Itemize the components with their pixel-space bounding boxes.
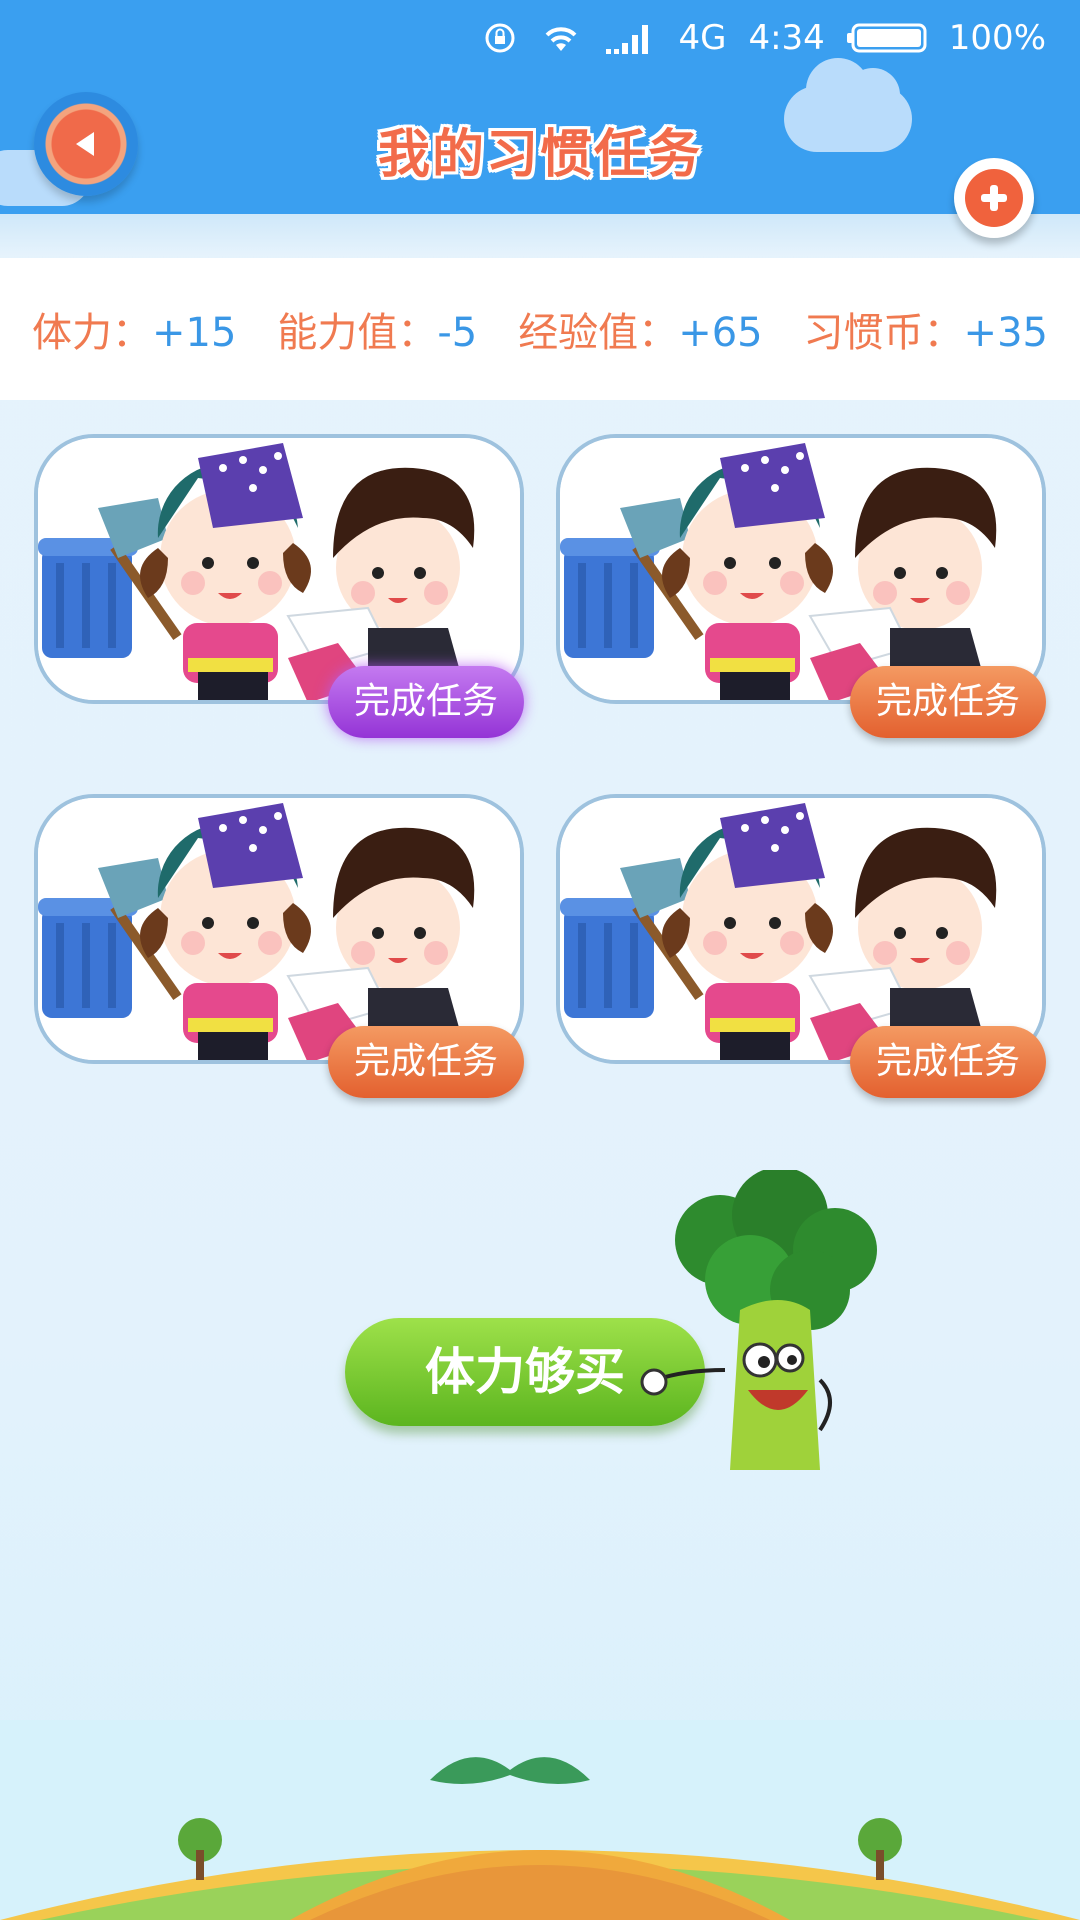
stat-label: 能力值： [277,310,438,356]
stat-habit-coins: 习惯币： +35 [804,300,1048,358]
task-card[interactable]: 完成任务 [34,434,524,738]
plus-icon [981,185,1007,211]
add-button-circle [965,169,1023,227]
signal-icon [604,21,656,55]
stat-label: 经验值： [518,310,679,356]
complete-task-button[interactable]: 完成任务 [850,1026,1046,1098]
task-illustration [560,798,1042,1060]
stat-value: -5 [437,310,478,356]
rotation-lock-icon [482,20,518,56]
task-illustration [560,438,1042,700]
stat-stamina: 体力： +15 [32,300,236,358]
task-illustration [38,798,520,1060]
stat-value: +65 [678,310,763,356]
header-bar: 4G 4:34 100% 我的习惯任务 [0,0,1080,214]
complete-task-button[interactable]: 完成任务 [328,666,524,738]
complete-task-button[interactable]: 完成任务 [850,666,1046,738]
stat-label: 习惯币： [803,310,964,356]
status-bar: 4G 4:34 100% [482,14,1046,62]
battery-icon [846,23,927,53]
task-illustration [38,438,520,700]
task-card[interactable]: 完成任务 [34,794,524,1098]
broccoli-mascot [640,1170,877,1470]
clock: 4:34 [748,18,825,58]
battery-percent: 100% [948,18,1046,58]
network-type-label: 4G [678,18,727,58]
task-card[interactable]: 完成任务 [556,794,1046,1098]
task-card[interactable]: 完成任务 [556,434,1046,738]
header-shadow [0,214,1080,256]
stat-ability: 能力值： -5 [277,300,477,358]
stat-experience: 经验值： +65 [518,300,762,358]
complete-task-button[interactable]: 完成任务 [328,1026,524,1098]
page-title: 我的习惯任务 [377,125,702,185]
add-task-button[interactable] [954,158,1034,238]
stat-value: +15 [152,310,237,356]
stats-bar: 体力： +15 能力值： -5 经验值： +65 习惯币： +35 [0,258,1080,400]
footer-banner [0,1720,1080,1920]
stat-label: 体力： [32,310,152,356]
wifi-icon [540,21,582,55]
stat-value: +35 [963,310,1048,356]
